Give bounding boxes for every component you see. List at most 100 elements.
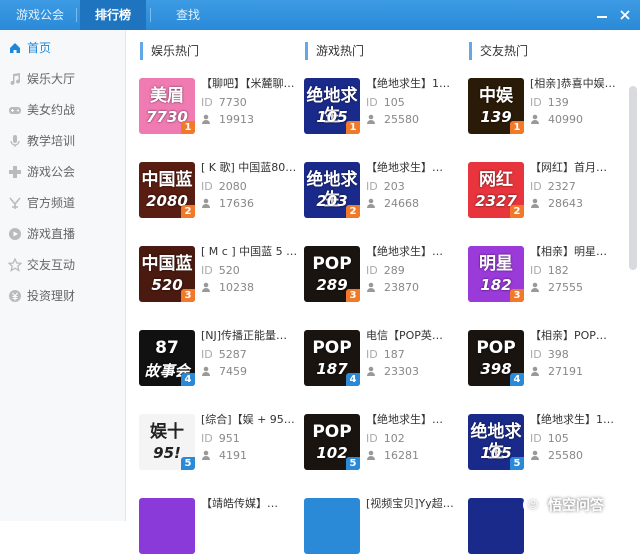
channel-title[interactable]: [综合]【娱 + 95… xyxy=(201,413,303,427)
channel-thumbnail[interactable] xyxy=(304,498,360,554)
channel-card[interactable]: 网红 2327 2 【网红】首月… ID 2327 28643 xyxy=(468,161,632,224)
channel-id-value: 289 xyxy=(383,264,405,277)
channel-card[interactable]: 绝地求生 105 1 【绝地求生】1… ID 105 25580 xyxy=(304,77,468,140)
channel-card[interactable]: [视频宝贝]Yy超… xyxy=(304,497,468,560)
channel-thumbnail[interactable] xyxy=(139,498,195,554)
channel-logo-text: 中国蓝 xyxy=(141,254,193,274)
sidebar-item-finance[interactable]: 投资理财 xyxy=(0,285,126,307)
channel-thumbnail[interactable]: 网红 2327 2 xyxy=(468,162,524,218)
channel-user-count: 23870 xyxy=(366,281,468,295)
close-icon[interactable] xyxy=(617,7,633,23)
sidebar-item-label: 游戏公会 xyxy=(27,165,76,179)
user-icon xyxy=(202,282,210,292)
user-count-value: 23870 xyxy=(384,281,419,294)
channel-thumbnail[interactable]: POP 187 4 xyxy=(304,330,360,386)
channel-thumbnail[interactable]: POP 289 3 xyxy=(304,246,360,302)
sidebar-item-entertainment[interactable]: 娱乐大厅 xyxy=(0,68,126,90)
channel-title[interactable]: 【靖皓传媒】… xyxy=(201,497,303,511)
channel-title[interactable]: 【绝地求生】1… xyxy=(366,77,468,91)
gamepad-icon xyxy=(8,103,22,117)
channel-title[interactable]: 【网红】首月… xyxy=(530,161,632,175)
channel-title[interactable]: [相亲]恭喜中娱… xyxy=(530,77,632,91)
id-label: ID xyxy=(530,264,542,277)
channel-thumbnail[interactable]: 娱十 95! 5 xyxy=(139,414,195,470)
channel-user-count: 40990 xyxy=(530,113,632,127)
sidebar-item-beauty-battle[interactable]: 美女约战 xyxy=(0,99,126,121)
channel-thumbnail[interactable]: 绝地求生 105 1 xyxy=(304,78,360,134)
channel-id: ID 7730 xyxy=(201,96,303,110)
channel-user-count: 19913 xyxy=(201,113,303,127)
channel-title[interactable]: 电信【POP英… xyxy=(366,329,468,343)
user-icon xyxy=(531,114,539,124)
minimize-icon[interactable] xyxy=(594,7,610,23)
channel-card[interactable]: 美眉 7730 1 【聊吧】【米麓聊… ID 7730 19913 xyxy=(139,77,303,140)
channel-thumbnail[interactable]: 中娱 139 1 xyxy=(468,78,524,134)
channel-thumbnail[interactable]: POP 102 5 xyxy=(304,414,360,470)
user-count-value: 4191 xyxy=(219,449,247,462)
channel-title[interactable]: 【绝地求生】1… xyxy=(530,413,632,427)
channel-card[interactable]: 明星 182 3 【相亲】明星… ID 182 27555 xyxy=(468,245,632,308)
channel-card[interactable]: 中国蓝 2080 2 [ K 歌] 中国蓝80… ID 2080 17636 xyxy=(139,161,303,224)
user-icon xyxy=(202,450,210,460)
channel-thumbnail[interactable]: 绝地求生 203 2 xyxy=(304,162,360,218)
channel-card[interactable]: POP 289 3 【绝地求生】… ID 289 23870 xyxy=(304,245,468,308)
channel-title[interactable]: 【绝地求生】… xyxy=(366,413,468,427)
channel-thumbnail[interactable]: POP 398 4 xyxy=(468,330,524,386)
rank-badge: 3 xyxy=(181,289,195,302)
channel-card[interactable]: 绝地求生 105 5 【绝地求生】1… ID 105 25580 xyxy=(468,413,632,476)
sidebar-item-home[interactable]: 首页 xyxy=(0,37,126,59)
channel-card[interactable]: POP 102 5 【绝地求生】… ID 102 16281 xyxy=(304,413,468,476)
user-count-value: 25580 xyxy=(548,449,583,462)
user-icon xyxy=(531,366,539,376)
channel-card[interactable]: 【靖皓传媒】… xyxy=(139,497,303,560)
channel-title[interactable]: 【相亲】明星… xyxy=(530,245,632,259)
user-count-value: 23303 xyxy=(384,365,419,378)
channel-title[interactable]: [视频宝贝]Yy超… xyxy=(366,497,468,511)
channel-thumbnail[interactable]: 中国蓝 2080 2 xyxy=(139,162,195,218)
watermark-text: 悟空问答 xyxy=(548,498,604,514)
channel-card[interactable]: 中国蓝 520 3 [ M c ] 中国蓝 5 … ID 520 10238 xyxy=(139,245,303,308)
channel-title[interactable]: 【聊吧】【米麓聊… xyxy=(201,77,303,91)
channel-id-value: 398 xyxy=(547,348,569,361)
channel-thumbnail[interactable]: 明星 182 3 xyxy=(468,246,524,302)
channel-title[interactable]: 【绝地求生】… xyxy=(366,161,468,175)
channel-title[interactable]: 【绝地求生】… xyxy=(366,245,468,259)
id-label: ID xyxy=(530,432,542,445)
channel-thumbnail[interactable]: 中国蓝 520 3 xyxy=(139,246,195,302)
tab-search[interactable]: 查找 xyxy=(160,0,216,30)
rank-badge: 2 xyxy=(346,205,360,218)
channel-card[interactable]: POP 398 4 【相亲】POP… ID 398 27191 xyxy=(468,329,632,392)
sidebar-item-live[interactable]: 游戏直播 xyxy=(0,223,126,245)
channel-card[interactable]: POP 187 4 电信【POP英… ID 187 23303 xyxy=(304,329,468,392)
channel-user-count: 24668 xyxy=(366,197,468,211)
channel-card[interactable]: 87 故事会 4 [NJ]传播正能量… ID 5287 7459 xyxy=(139,329,303,392)
sidebar-item-game-guild[interactable]: 游戏公会 xyxy=(0,161,126,183)
rank-badge: 1 xyxy=(510,121,524,134)
channel-id-value: 187 xyxy=(383,348,405,361)
channel-card[interactable]: 绝地求生 203 2 【绝地求生】… ID 203 24668 xyxy=(304,161,468,224)
channel-title[interactable]: [ M c ] 中国蓝 5 … xyxy=(201,245,303,259)
sidebar-item-official[interactable]: 官方频道 xyxy=(0,192,126,214)
column-title-entertainment: 娱乐热门 xyxy=(140,42,199,60)
yy-icon xyxy=(8,196,22,210)
channel-thumbnail[interactable]: 87 故事会 4 xyxy=(139,330,195,386)
sidebar-item-social[interactable]: 交友互动 xyxy=(0,254,126,276)
channel-thumbnail[interactable]: 美眉 7730 1 xyxy=(139,78,195,134)
channel-title[interactable]: 【相亲】POP… xyxy=(530,329,632,343)
rank-badge: 5 xyxy=(181,457,195,470)
channel-thumbnail[interactable]: 绝地求生 105 5 xyxy=(468,414,524,470)
column-title-social: 交友热门 xyxy=(469,42,528,60)
sidebar-item-training[interactable]: 教学培训 xyxy=(0,130,126,152)
channel-title[interactable]: [ K 歌] 中国蓝80… xyxy=(201,161,303,175)
user-icon xyxy=(531,282,539,292)
channel-card[interactable]: 中娱 139 1 [相亲]恭喜中娱… ID 139 40990 xyxy=(468,77,632,140)
scrollbar[interactable] xyxy=(629,86,637,270)
channel-card[interactable]: 娱十 95! 5 [综合]【娱 + 95… ID 951 4191 xyxy=(139,413,303,476)
user-count-value: 16281 xyxy=(384,449,419,462)
tab-game-guild[interactable]: 游戏公会 xyxy=(8,0,72,30)
channel-title[interactable]: [NJ]传播正能量… xyxy=(201,329,303,343)
column-title-games: 游戏热门 xyxy=(305,42,364,60)
tab-leaderboard[interactable]: 排行榜 xyxy=(80,0,146,30)
channel-thumbnail[interactable] xyxy=(468,498,524,554)
channel-id: ID 187 xyxy=(366,348,468,362)
